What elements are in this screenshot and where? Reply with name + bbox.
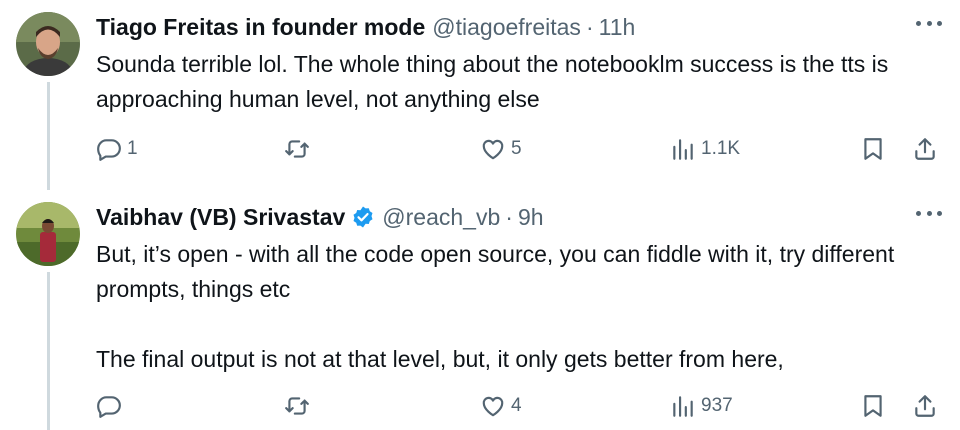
thread-line	[47, 272, 50, 430]
bookmark-icon	[864, 138, 882, 160]
view-count: 937	[701, 395, 733, 416]
share-button[interactable]	[912, 134, 938, 164]
more-icon[interactable]	[916, 18, 942, 28]
tweet-text: But, it’s open - with all the code open …	[96, 237, 936, 377]
like-count: 4	[511, 395, 522, 416]
reply-button[interactable]	[96, 391, 127, 421]
author-name[interactable]: Vaibhav (VB) Srivastav	[96, 202, 345, 232]
tweet-header: Tiago Freitas in founder mode @tiagoefre…	[96, 12, 635, 42]
author-handle[interactable]: @tiagoefreitas	[432, 12, 581, 42]
tweet[interactable]: Tiago Freitas in founder mode @tiagoefre…	[0, 0, 960, 190]
bookmark-button[interactable]	[860, 391, 886, 421]
views-button[interactable]: 937	[670, 391, 733, 421]
reply-button[interactable]: 1	[96, 134, 138, 164]
tweet-paragraph: The final output is not at that level, b…	[96, 346, 784, 372]
like-button[interactable]: 4	[480, 391, 522, 421]
heart-icon	[482, 139, 504, 160]
share-icon	[915, 138, 935, 160]
views-icon	[673, 139, 693, 160]
tweet-paragraph: But, it’s open - with all the code open …	[96, 241, 895, 302]
share-button[interactable]	[912, 391, 938, 421]
views-button[interactable]: 1.1K	[670, 134, 740, 164]
reply-icon	[97, 139, 121, 161]
timestamp[interactable]: 11h	[599, 12, 636, 42]
thread-line	[47, 82, 50, 190]
action-bar: 1 5 1.1K	[96, 134, 942, 164]
avatar[interactable]	[16, 12, 80, 76]
separator: ·	[585, 14, 594, 40]
action-bar: 4 937	[96, 391, 942, 421]
verified-badge-icon	[351, 205, 375, 229]
retweet-button[interactable]	[284, 134, 315, 164]
tweet-text: Sounda terrible lol. The whole thing abo…	[96, 47, 936, 117]
heart-icon	[482, 396, 504, 417]
share-icon	[915, 395, 935, 417]
tweet-header: Vaibhav (VB) Srivastav @reach_vb · 9h	[96, 202, 544, 232]
timestamp[interactable]: 9h	[518, 202, 544, 232]
separator: ·	[505, 204, 513, 230]
avatar[interactable]	[16, 202, 80, 266]
author-name[interactable]: Tiago Freitas in founder mode	[96, 12, 425, 42]
reply-count: 1	[127, 138, 138, 159]
retweet-button[interactable]	[284, 391, 315, 421]
like-count: 5	[511, 138, 522, 159]
view-count: 1.1K	[701, 138, 741, 159]
retweet-icon	[285, 397, 309, 415]
reply-icon	[97, 396, 121, 418]
author-handle[interactable]: @reach_vb	[382, 202, 500, 232]
more-icon[interactable]	[916, 208, 942, 218]
like-button[interactable]: 5	[480, 134, 522, 164]
tweet[interactable]: Vaibhav (VB) Srivastav @reach_vb · 9h Bu…	[0, 190, 960, 430]
retweet-icon	[285, 140, 309, 158]
views-icon	[673, 396, 693, 417]
bookmark-button[interactable]	[860, 134, 886, 164]
bookmark-icon	[864, 395, 882, 417]
tweet-paragraph: Sounda terrible lol. The whole thing abo…	[96, 51, 889, 112]
